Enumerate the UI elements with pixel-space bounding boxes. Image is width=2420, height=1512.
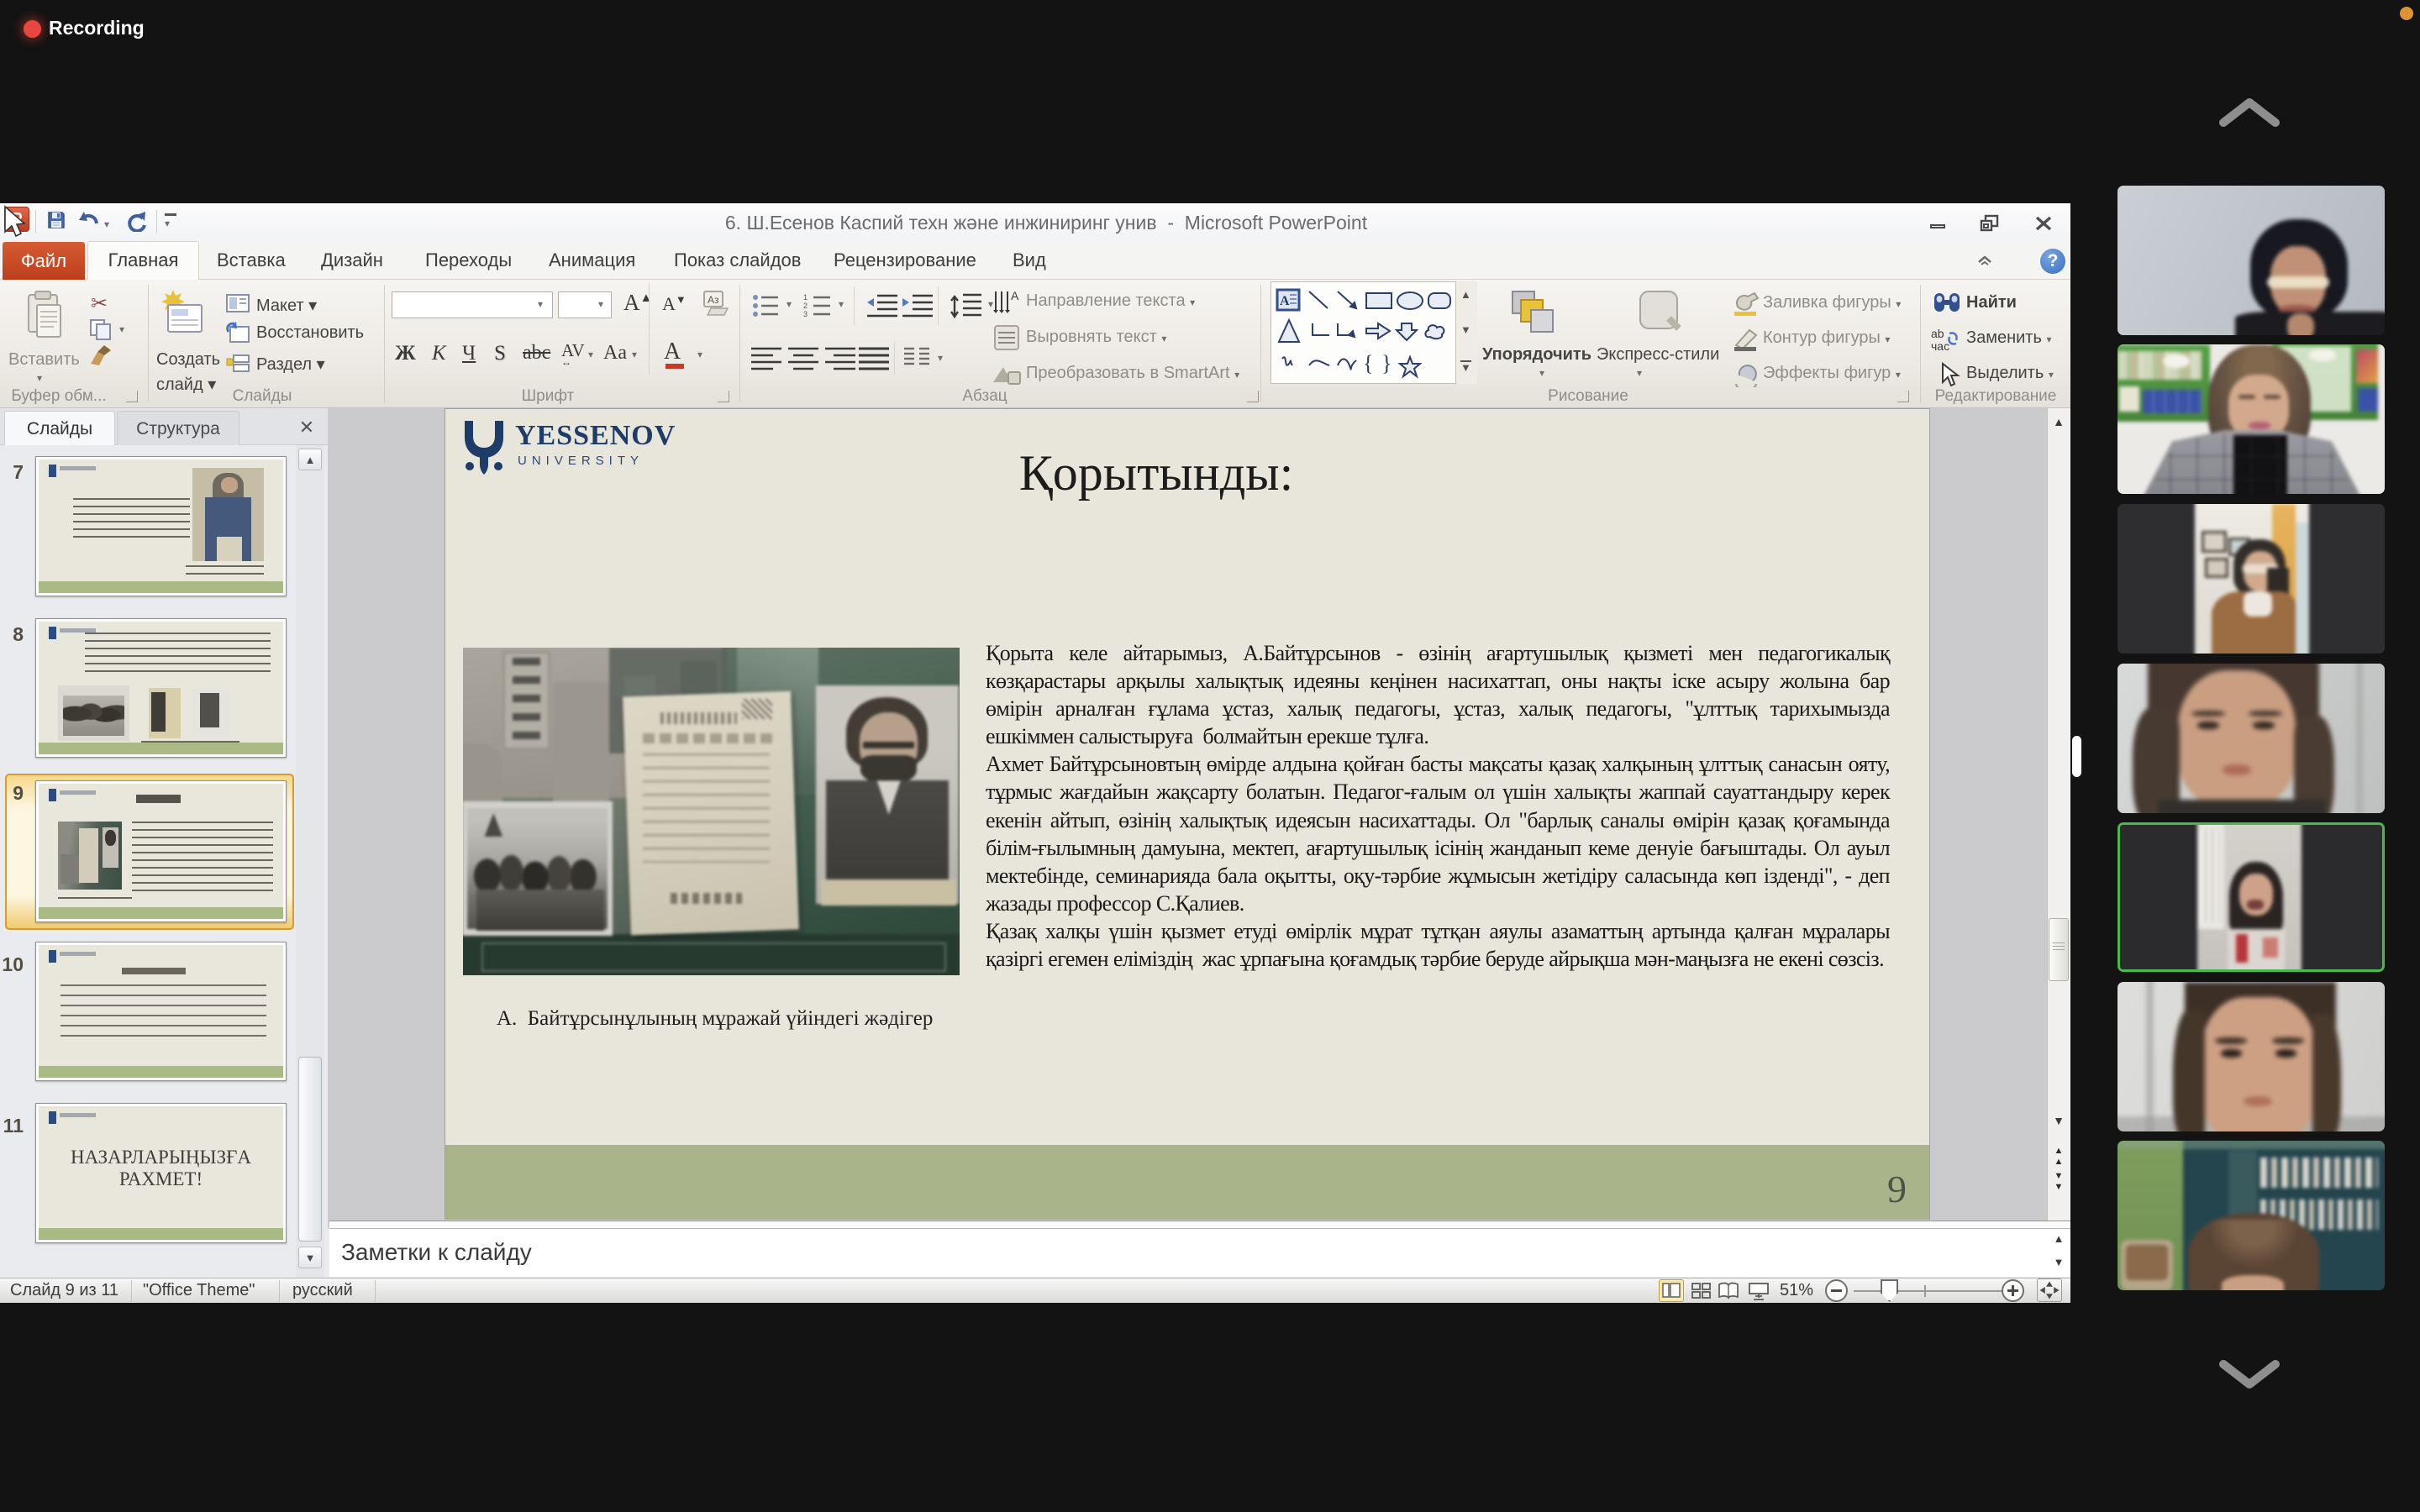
svg-text:1: 1	[803, 293, 808, 302]
svg-text:ab: ab	[1931, 327, 1944, 340]
svg-text:}: }	[1381, 351, 1392, 375]
svg-text:А: А	[1011, 289, 1019, 302]
svg-text:2: 2	[803, 302, 808, 310]
svg-text:3: 3	[803, 310, 808, 318]
svg-text:A: A	[1280, 294, 1290, 308]
svg-text:{: {	[1363, 351, 1373, 375]
svg-text:Аз: Аз	[708, 294, 719, 306]
svg-text:час: час	[1931, 339, 1949, 352]
